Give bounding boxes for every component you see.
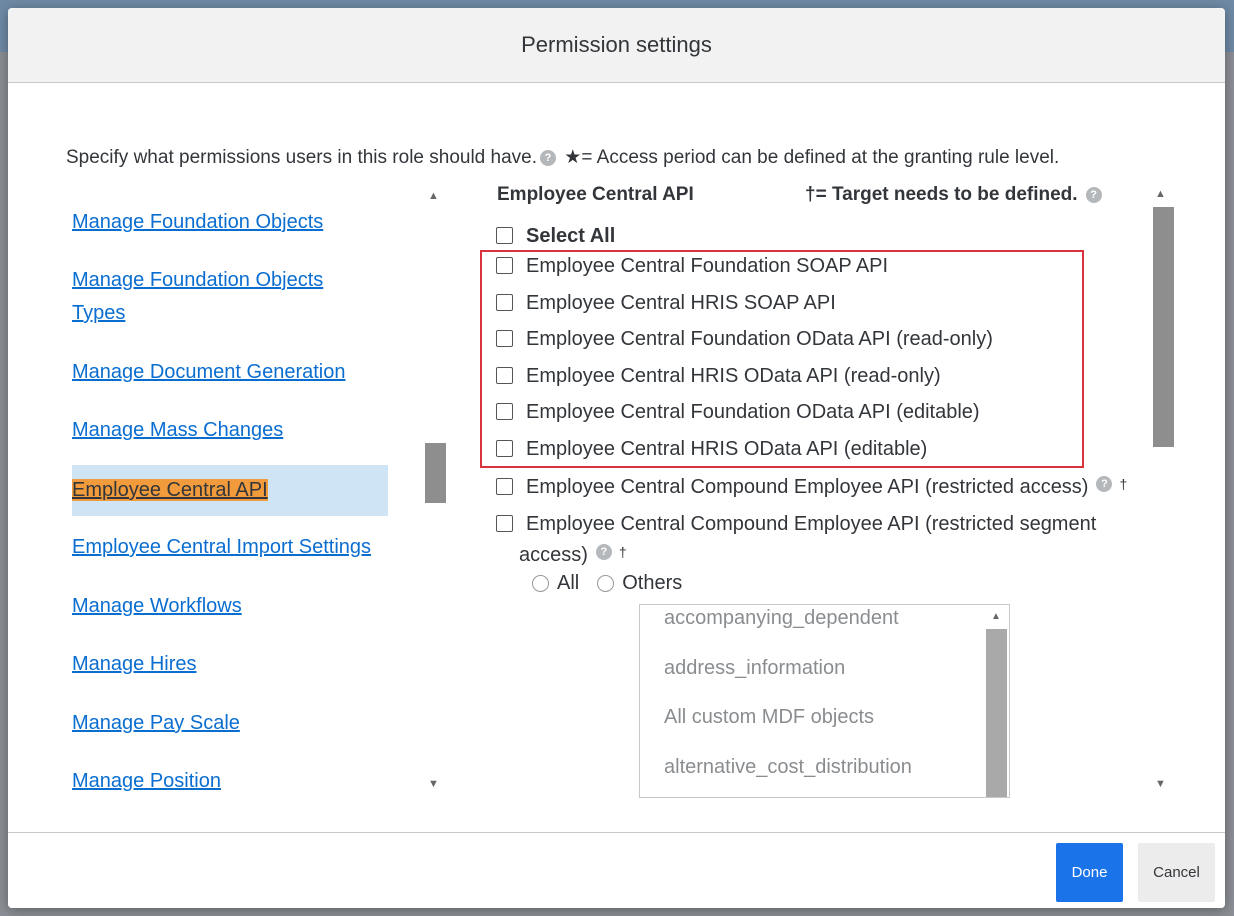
permission-checkbox[interactable] (496, 403, 513, 420)
permission-checkbox[interactable] (496, 515, 513, 532)
permission-row[interactable]: Employee Central Foundation OData API (e… (496, 401, 980, 424)
segment-scope-radio-group: All Others (532, 572, 700, 595)
permission-checkbox[interactable] (496, 294, 513, 311)
permission-label: Employee Central Foundation OData API (r… (526, 328, 993, 350)
select-all-label: Select All (526, 225, 616, 247)
permission-label: Employee Central HRIS OData API (editabl… (526, 438, 928, 460)
segment-option[interactable]: address_information (664, 657, 845, 680)
permission-row[interactable]: Employee Central HRIS OData API (editabl… (496, 438, 927, 461)
nav-item-manage-document-generation[interactable]: Manage Document Generation (72, 356, 346, 389)
nav-item-manage-mass-changes[interactable]: Manage Mass Changes (72, 414, 283, 447)
nav-item-employee-central-import-settings[interactable]: Employee Central Import Settings (72, 531, 371, 564)
radio-others[interactable] (597, 575, 615, 592)
segment-listbox[interactable]: accompanying_dependent address_informati… (639, 604, 1010, 798)
permission-label: Employee Central Compound Employee API (… (526, 513, 1097, 535)
permission-checkbox[interactable] (496, 478, 513, 495)
permission-label: Employee Central HRIS SOAP API (526, 292, 836, 314)
permission-label: Employee Central Compound Employee API (… (526, 476, 1089, 498)
segment-option[interactable]: accompanying_dependent (664, 607, 899, 630)
dialog-footer: Done Cancel (8, 832, 1225, 908)
dagger-mark: † (1119, 476, 1128, 492)
listbox-scrollbar-thumb[interactable] (986, 629, 1007, 797)
target-help-icon[interactable]: ? (1085, 186, 1102, 203)
permission-settings-dialog: Permission settings Specify what permiss… (8, 8, 1225, 908)
dialog-title: Permission settings (521, 32, 712, 57)
pane-scroll-up-icon[interactable]: ▲ (1155, 188, 1166, 200)
permission-row[interactable]: Employee Central Compound Employee API (… (496, 513, 1096, 536)
dialog-header: Permission settings (8, 8, 1225, 83)
nav-item-manage-foundation-objects[interactable]: Manage Foundation Objects (72, 206, 323, 239)
nav-item-selected-label: Employee Central API (72, 479, 268, 501)
nav-item-manage-hires[interactable]: Manage Hires (72, 648, 197, 681)
restricted-segment-help-icon[interactable]: ? (595, 544, 612, 560)
radio-others-label: Others (622, 572, 683, 594)
permission-checkbox[interactable] (496, 367, 513, 384)
nav-item-employee-central-api[interactable]: Employee Central API (72, 465, 388, 516)
permission-row[interactable]: Employee Central HRIS SOAP API (496, 292, 836, 315)
permission-label: Employee Central HRIS OData API (read-on… (526, 365, 941, 387)
radio-all-label: All (557, 572, 580, 594)
intro-text: Specify what permissions users in this r… (66, 146, 1059, 169)
permission-row[interactable]: Employee Central Foundation OData API (r… (496, 328, 993, 351)
permission-label: Employee Central Foundation OData API (e… (526, 401, 980, 423)
dagger-mark: † (618, 544, 627, 560)
permission-row[interactable]: Employee Central Compound Employee API (… (496, 476, 1127, 499)
pane-scroll-down-icon[interactable]: ▼ (1155, 778, 1166, 790)
permission-row[interactable]: Employee Central HRIS OData API (read-on… (496, 365, 941, 388)
cancel-button[interactable]: Cancel (1138, 843, 1215, 902)
permission-label: Employee Central Foundation SOAP API (526, 255, 889, 277)
permission-label-continuation: access) ? † (519, 544, 627, 567)
permission-checkbox[interactable] (496, 330, 513, 347)
permission-category-list: Manage Foundation Objects Manage Foundat… (72, 198, 446, 798)
help-icon[interactable]: ? (540, 149, 557, 166)
target-note: †= Target needs to be defined.? (805, 184, 1105, 206)
permission-checkbox[interactable] (496, 440, 513, 457)
segment-option[interactable]: alternative_cost_distribution (664, 756, 912, 779)
permission-label: access) (519, 544, 588, 566)
nav-item-manage-foundation-objects-types-cont[interactable]: Types (72, 297, 125, 330)
radio-all[interactable] (532, 575, 549, 592)
select-all-row[interactable]: Select All (496, 225, 615, 248)
nav-item-manage-pay-scale[interactable]: Manage Pay Scale (72, 707, 240, 740)
pane-scrollbar-thumb[interactable] (1153, 207, 1174, 447)
target-note-label: †= Target needs to be defined. (805, 184, 1078, 205)
segment-option[interactable]: All custom MDF objects (664, 706, 874, 729)
intro-label: Specify what permissions users in this r… (66, 147, 538, 168)
listbox-scroll-up-icon[interactable]: ▲ (991, 611, 1001, 622)
restricted-access-help-icon[interactable]: ? (1096, 476, 1113, 492)
permission-checkbox[interactable] (496, 257, 513, 274)
access-period-note: ★= Access period can be defined at the g… (564, 147, 1060, 168)
permission-row[interactable]: Employee Central Foundation SOAP API (496, 255, 888, 278)
nav-item-manage-workflows[interactable]: Manage Workflows (72, 590, 242, 623)
nav-item-manage-foundation-objects-types[interactable]: Manage Foundation Objects (72, 264, 323, 297)
select-all-checkbox[interactable] (496, 227, 513, 244)
annotation-highlight-box (480, 250, 1084, 468)
pane-title: Employee Central API (497, 184, 694, 205)
nav-item-manage-position[interactable]: Manage Position (72, 765, 221, 798)
done-button[interactable]: Done (1056, 843, 1123, 902)
